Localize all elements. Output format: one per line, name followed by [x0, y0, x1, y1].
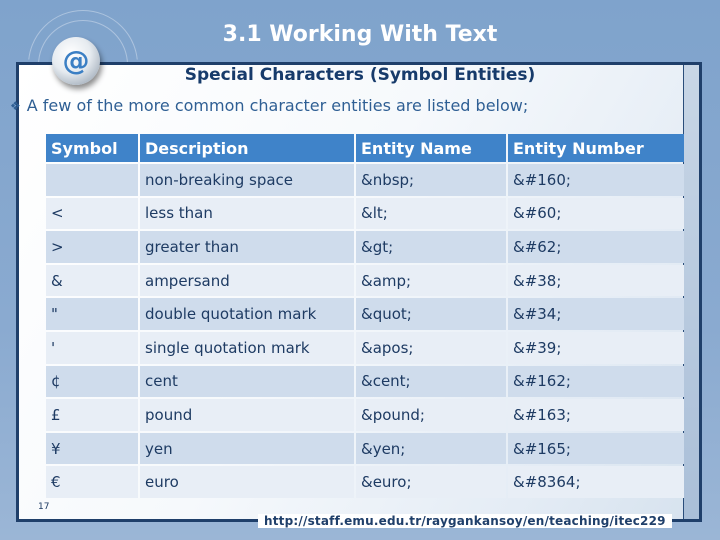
header-entity-name: Entity Name	[356, 134, 506, 162]
header-description: Description	[140, 134, 354, 162]
cell-symbol	[46, 164, 138, 196]
cell-symbol: >	[46, 231, 138, 263]
cell-entity-number: &#162;	[508, 365, 684, 398]
cell-entity-number: &#165;	[508, 432, 684, 465]
cell-description: double quotation mark	[140, 298, 354, 330]
diamond-bullet-icon: ❖	[10, 98, 21, 113]
cell-entity-name: &apos;	[356, 331, 506, 364]
cell-description: greater than	[140, 231, 354, 263]
bullet-item: ❖ A few of the more common character ent…	[10, 96, 528, 115]
header-entity-number: Entity Number	[508, 134, 684, 162]
bullet-text: A few of the more common character entit…	[26, 96, 529, 115]
cell-symbol: £	[46, 399, 138, 431]
cell-entity-number: &#163;	[508, 399, 684, 431]
cell-entity-number: &#38;	[508, 264, 684, 297]
table-row: " double quotation mark &quot; &#34;	[46, 298, 684, 330]
table-body: non-breaking space &nbsp; &#160; < less than…	[46, 164, 684, 498]
cell-entity-number: &#8364;	[508, 466, 684, 498]
cell-entity-name: &euro;	[356, 466, 506, 498]
table-row: non-breaking space &nbsp; &#160;	[46, 164, 684, 196]
cell-entity-number: &#60;	[508, 197, 684, 230]
cell-symbol: '	[46, 331, 138, 364]
cell-entity-name: &yen;	[356, 432, 506, 465]
cell-symbol: €	[46, 466, 138, 498]
table-header-row: Symbol Description Entity Name Entity Nu…	[46, 134, 684, 162]
table-row: > greater than &gt; &#62;	[46, 231, 684, 263]
cell-entity-number: &#39;	[508, 331, 684, 364]
at-sign-logo-icon: @	[52, 37, 100, 85]
page-number: 17	[38, 502, 50, 512]
cell-symbol: <	[46, 197, 138, 230]
cell-entity-name: &lt;	[356, 197, 506, 230]
table-row: ¢ cent &cent; &#162;	[46, 365, 684, 398]
cell-description: euro	[140, 466, 354, 498]
cell-description: single quotation mark	[140, 331, 354, 364]
cell-description: cent	[140, 365, 354, 398]
cell-entity-name: &cent;	[356, 365, 506, 398]
table-row: € euro &euro; &#8364;	[46, 466, 684, 498]
cell-entity-name: &pound;	[356, 399, 506, 431]
cell-description: ampersand	[140, 264, 354, 297]
source-url: http://staff.emu.edu.tr/raygankansoy/en/…	[258, 514, 672, 528]
cell-symbol: "	[46, 298, 138, 330]
slide-title: 3.1 Working With Text	[222, 22, 498, 47]
cell-description: non-breaking space	[140, 164, 354, 196]
header-symbol: Symbol	[46, 134, 138, 162]
cell-symbol: &	[46, 264, 138, 297]
cell-entity-number: &#160;	[508, 164, 684, 196]
cell-description: yen	[140, 432, 354, 465]
cell-symbol: ¥	[46, 432, 138, 465]
table-row: < less than &lt; &#60;	[46, 197, 684, 230]
slide-subtitle: Special Characters (Symbol Entities)	[184, 65, 536, 85]
cell-entity-name: &quot;	[356, 298, 506, 330]
table-row: ' single quotation mark &apos; &#39;	[46, 331, 684, 364]
cell-symbol: ¢	[46, 365, 138, 398]
cell-entity-number: &#62;	[508, 231, 684, 263]
cell-description: pound	[140, 399, 354, 431]
cell-entity-name: &gt;	[356, 231, 506, 263]
cell-entity-name: &nbsp;	[356, 164, 506, 196]
entities-table: Symbol Description Entity Name Entity Nu…	[44, 132, 686, 500]
cell-description: less than	[140, 197, 354, 230]
table-row: £ pound &pound; &#163;	[46, 399, 684, 431]
cell-entity-name: &amp;	[356, 264, 506, 297]
table-row: & ampersand &amp; &#38;	[46, 264, 684, 297]
cell-entity-number: &#34;	[508, 298, 684, 330]
table-row: ¥ yen &yen; &#165;	[46, 432, 684, 465]
